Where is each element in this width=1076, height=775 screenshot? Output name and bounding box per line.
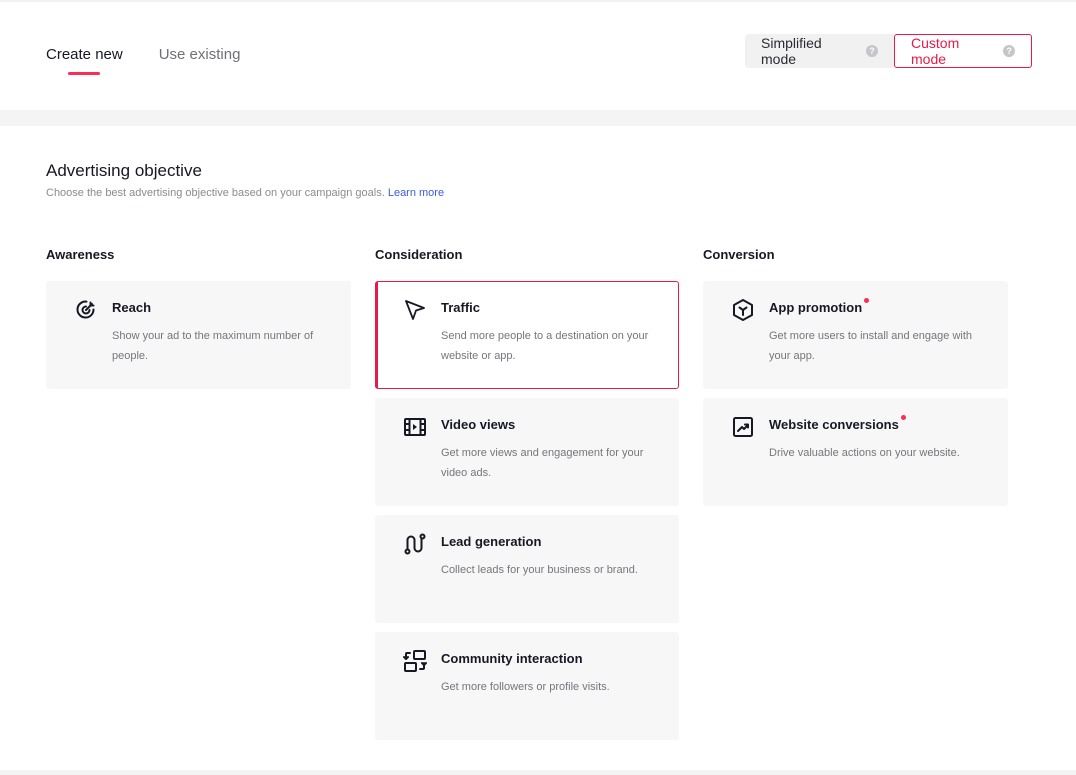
help-icon[interactable]: ? [866, 45, 878, 57]
tab-bar: Create new Use existing [46, 46, 240, 75]
objective-title: App promotion [769, 298, 870, 315]
hexagon-app-icon [731, 298, 755, 322]
bottom-divider [0, 770, 1076, 775]
tab-use-existing[interactable]: Use existing [159, 46, 241, 75]
custom-mode-button[interactable]: Custom mode ? [894, 34, 1032, 68]
tab-label: Use existing [158, 46, 241, 63]
simplified-mode-label: Simplified mode [761, 35, 822, 67]
film-play-icon [403, 415, 427, 439]
objective-title: Website conversions [769, 415, 906, 432]
objective-card-website-conversions[interactable]: Website conversions Drive valuable actio… [703, 398, 1008, 506]
tab-label: Create new [46, 46, 123, 63]
new-badge-dot [864, 298, 870, 303]
objective-description: Drive valuable actions on your website. [769, 447, 960, 459]
swap-squares-icon [403, 649, 427, 673]
objective-description: Get more users to install and engage wit… [769, 330, 973, 362]
objective-title: Community interaction [441, 651, 583, 666]
objective-description: Get more views and engagement for your v… [441, 447, 644, 479]
objective-description: Show your ad to the maximum number of pe… [112, 330, 314, 362]
trend-chart-icon [731, 415, 755, 439]
objective-title: Lead generation [441, 534, 542, 549]
column-consideration: Consideration Traffic Send more people t… [375, 247, 679, 749]
objective-card-lead-generation[interactable]: Lead generation Collect leads for your b… [375, 515, 679, 623]
column-title: Awareness [46, 247, 115, 262]
route-icon [403, 532, 427, 556]
objective-card-traffic[interactable]: Traffic Send more people to a destinatio… [375, 281, 679, 389]
help-icon[interactable]: ? [1003, 45, 1015, 57]
active-tab-indicator [68, 72, 101, 75]
simplified-mode-button[interactable]: Simplified mode ? [745, 34, 894, 68]
objective-title: Traffic [441, 300, 481, 315]
objective-card-app-promotion[interactable]: App promotion Get more users to install … [703, 281, 1008, 389]
tab-create-new[interactable]: Create new [46, 46, 123, 75]
objective-description: Collect leads for your business or brand… [441, 564, 638, 576]
section-subtitle: Choose the best advertising objective ba… [46, 187, 444, 199]
learn-more-link[interactable]: Learn more [388, 187, 444, 199]
objective-panel: Advertising objective Choose the best ad… [0, 126, 1076, 770]
objective-card-community-interaction[interactable]: Community interaction Get more followers… [375, 632, 679, 740]
header-panel: Create new Use existing Simplified mode … [0, 2, 1076, 110]
section-title: Advertising objective [46, 161, 202, 180]
objective-title: Reach [112, 300, 152, 315]
objective-description: Get more followers or profile visits. [441, 681, 610, 693]
objective-description: Send more people to a destination on you… [441, 330, 649, 362]
subtitle-text: Choose the best advertising objective ba… [46, 187, 385, 199]
column-title: Conversion [703, 247, 775, 262]
new-badge-dot [900, 415, 906, 420]
column-conversion: Conversion App promotion Get more users … [703, 247, 1008, 515]
cursor-arrow-icon [403, 298, 427, 322]
objective-card-video-views[interactable]: Video views Get more views and engagemen… [375, 398, 679, 506]
column-awareness: Awareness Reach Show your ad to the maxi… [46, 247, 351, 398]
column-title: Consideration [375, 247, 463, 262]
custom-mode-label: Custom mode [911, 35, 960, 67]
objective-title: Video views [441, 417, 516, 432]
mode-switch: Simplified mode ? Custom mode ? [745, 34, 1032, 68]
objective-card-reach[interactable]: Reach Show your ad to the maximum number… [46, 281, 351, 389]
target-icon [74, 298, 98, 322]
